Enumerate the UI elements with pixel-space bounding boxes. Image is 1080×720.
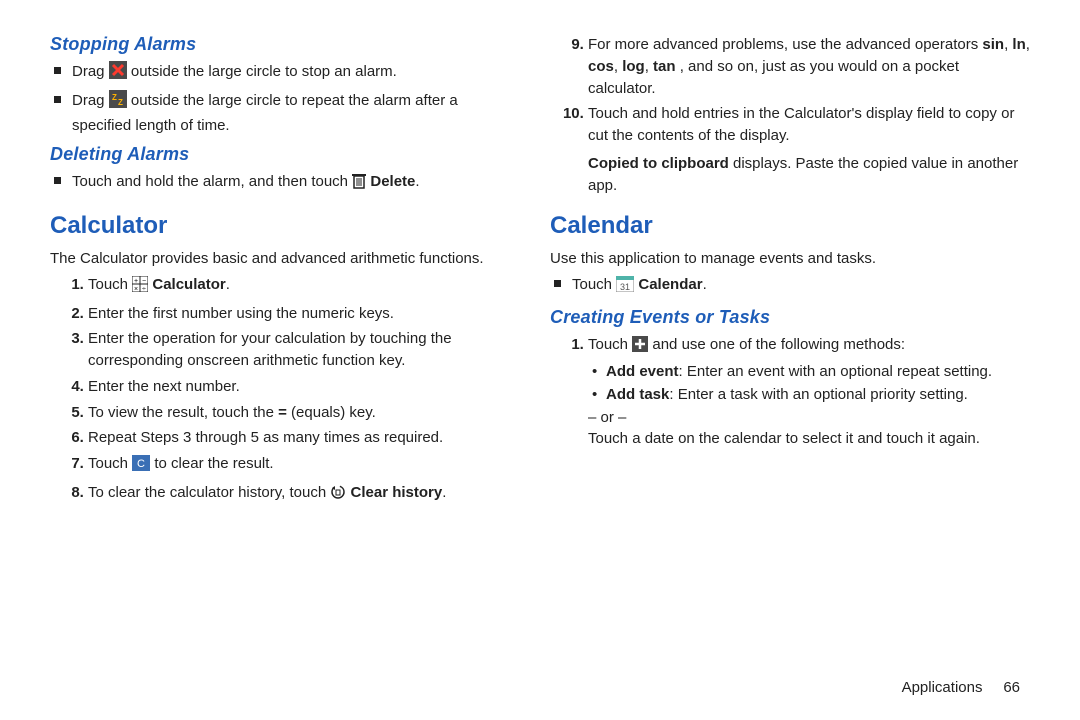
svg-text:C: C [137,458,145,470]
list-item: Touch and use one of the following metho… [588,334,1030,450]
heading-calculator: Calculator [50,212,520,240]
list-item: Touch and hold the alarm, and then touch… [72,171,520,196]
svg-text:+: + [134,278,138,285]
left-column: Stopping Alarms Drag outside the large c… [50,30,540,700]
calculator-steps: Touch +−×÷ Calculator. Enter the first n… [50,274,520,507]
svg-text:×: × [134,286,138,292]
list-item: Enter the next number. [88,376,520,398]
svg-text:÷: ÷ [142,286,146,292]
trash-icon [352,173,366,196]
list-item: Touch +−×÷ Calculator. [88,274,520,299]
svg-text:−: − [142,278,146,285]
deleting-alarms-list: Touch and hold the alarm, and then touch… [50,171,520,196]
list-item: Repeat Steps 3 through 5 as many times a… [88,427,520,449]
calculator-intro: The Calculator provides basic and advanc… [50,248,520,270]
list-item: Touch C to clear the result. [88,453,520,478]
page-footer: Applications 66 [902,679,1020,696]
footer-page-number: 66 [1003,679,1020,696]
svg-text:31: 31 [620,282,630,292]
list-item: Drag ZZ outside the large circle to repe… [72,90,520,137]
svg-text:Z: Z [118,98,123,107]
methods-sublist: Add event: Enter an event with an option… [588,361,1030,405]
list-item: Touch 31 Calendar. [572,274,1030,299]
plus-icon [632,336,648,359]
x-stop-icon [109,61,127,86]
copied-note: Copied to clipboard displays. Paste the … [588,153,1030,197]
touch-date-note: Touch a date on the calendar to select i… [588,428,1030,450]
svg-text:Z: Z [112,93,117,102]
snooze-icon: ZZ [109,90,127,115]
calendar-app-icon: 31 [616,276,634,299]
heading-creating-events: Creating Events or Tasks [550,307,1030,328]
right-column: For more advanced problems, use the adva… [540,30,1030,700]
creating-steps: Touch and use one of the following metho… [550,334,1030,450]
list-item: Add event: Enter an event with an option… [592,361,1030,382]
list-item: Add task: Enter a task with an optional … [592,384,1030,405]
calculator-steps-cont: For more advanced problems, use the adva… [550,34,1030,147]
calculator-app-icon: +−× ÷ [132,276,148,299]
calendar-open-list: Touch 31 Calendar. [550,274,1030,299]
list-item: To view the result, touch the = (equals)… [88,402,520,424]
calendar-intro: Use this application to manage events an… [550,248,1030,270]
list-item: Touch and hold entries in the Calculator… [588,103,1030,147]
clear-c-icon: C [132,455,150,478]
list-item: To clear the calculator history, touch C… [88,482,520,507]
heading-stopping-alarms: Stopping Alarms [50,34,520,55]
stopping-alarms-list: Drag outside the large circle to stop an… [50,61,520,136]
list-item: For more advanced problems, use the adva… [588,34,1030,99]
heading-deleting-alarms: Deleting Alarms [50,144,520,165]
footer-section: Applications [902,679,983,696]
heading-calendar: Calendar [550,212,1030,240]
or-separator: – or – [588,407,1030,429]
clear-history-icon [330,484,346,507]
list-item: Drag outside the large circle to stop an… [72,61,520,86]
list-item: Enter the first number using the numeric… [88,303,520,325]
list-item: Enter the operation for your calculation… [88,328,520,372]
page: Stopping Alarms Drag outside the large c… [0,0,1080,720]
